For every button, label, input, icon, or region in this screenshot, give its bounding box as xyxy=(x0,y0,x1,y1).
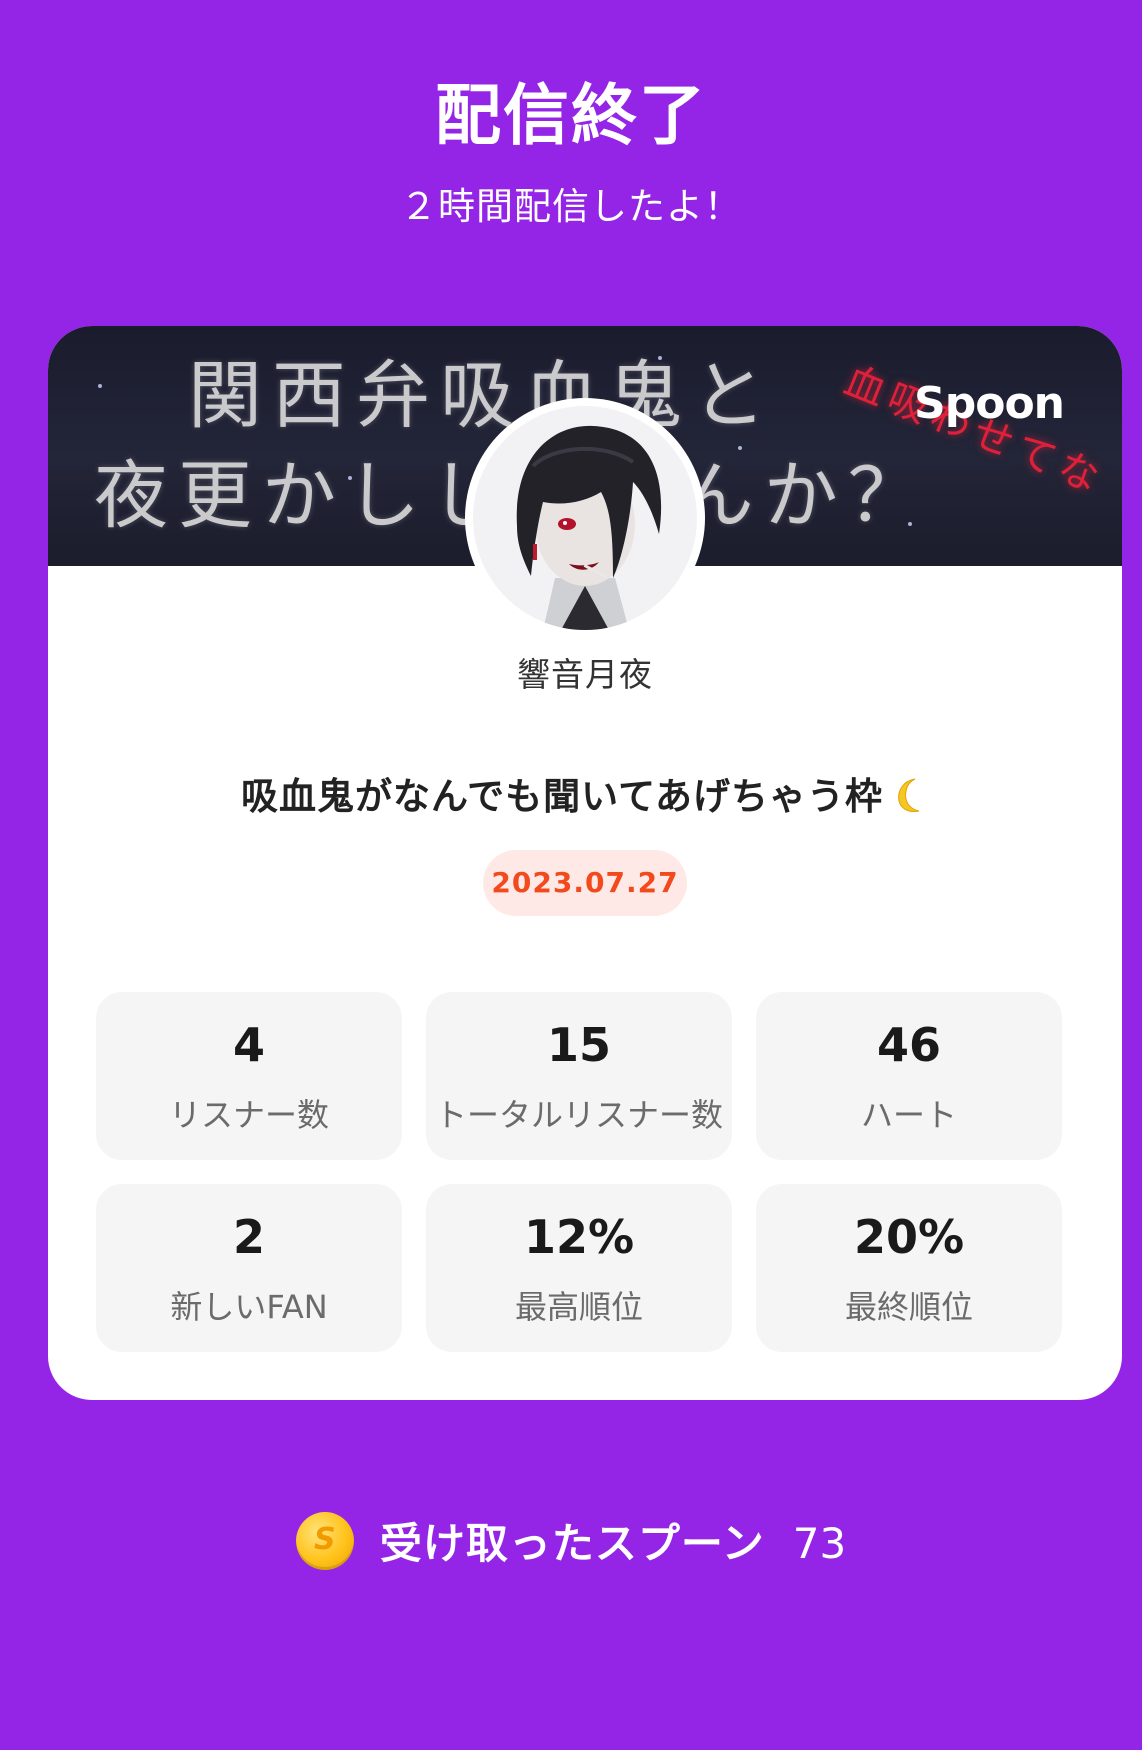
stat-label: リスナー数 xyxy=(168,1096,329,1134)
broadcast-date-badge: 2023.07.27 xyxy=(483,850,687,916)
stat-value: 20% xyxy=(853,1210,965,1264)
received-spoons-count: 73 xyxy=(792,1519,847,1568)
stat-label: トータルリスナー数 xyxy=(434,1096,723,1134)
crescent-moon-icon xyxy=(889,775,929,815)
stat-value: 12% xyxy=(523,1210,635,1264)
stat-value: 2 xyxy=(232,1210,265,1264)
stat-value: 4 xyxy=(232,1018,265,1072)
spoon-logo: Spoon xyxy=(914,378,1065,429)
stream-title: 吸血鬼がなんでも聞いてあげちゃう枠 xyxy=(48,766,1122,820)
broadcast-summary-card: 関西弁吸血鬼と 夜更かししませんか？ 血吸わせてな Spoon xyxy=(48,326,1122,1400)
stat-total-listeners: 15 トータルリスナー数 xyxy=(426,992,732,1160)
stat-label: 最高順位 xyxy=(514,1288,643,1326)
stream-title-text: 吸血鬼がなんでも聞いてあげちゃう枠 xyxy=(241,775,883,818)
broadcast-end-screen: 配信終了 ２時間配信したよ！ 関西弁吸血鬼と 夜更かししませんか？ 血吸わせてな… xyxy=(0,0,1142,1750)
banner-text-line1: 関西弁吸血鬼と xyxy=(188,353,776,439)
stat-label: 最終順位 xyxy=(844,1288,973,1326)
stat-new-fans: 2 新しいFAN xyxy=(96,1184,402,1352)
received-spoons: S 受け取ったスプーン 73 xyxy=(0,1510,1142,1571)
stat-highest-rank: 12% 最高順位 xyxy=(426,1184,732,1352)
received-spoons-label: 受け取ったスプーン xyxy=(379,1519,765,1568)
stat-label: 新しいFAN xyxy=(170,1288,328,1326)
stat-listeners: 4 リスナー数 xyxy=(96,992,402,1160)
avatar-image xyxy=(473,406,697,630)
page-subtitle: ２時間配信したよ！ xyxy=(400,185,742,228)
spoon-coin-icon: S xyxy=(295,1512,354,1570)
stat-label: ハート xyxy=(860,1096,957,1134)
stat-final-rank: 20% 最終順位 xyxy=(756,1184,1062,1352)
host-username: 響音月夜 xyxy=(517,655,653,694)
stat-hearts: 46 ハート xyxy=(756,992,1062,1160)
stat-value: 46 xyxy=(876,1018,941,1072)
coin-letter: S xyxy=(314,1522,336,1557)
avatar[interactable] xyxy=(465,398,705,638)
stat-value: 15 xyxy=(546,1018,611,1072)
page-title: 配信終了 xyxy=(435,77,707,154)
